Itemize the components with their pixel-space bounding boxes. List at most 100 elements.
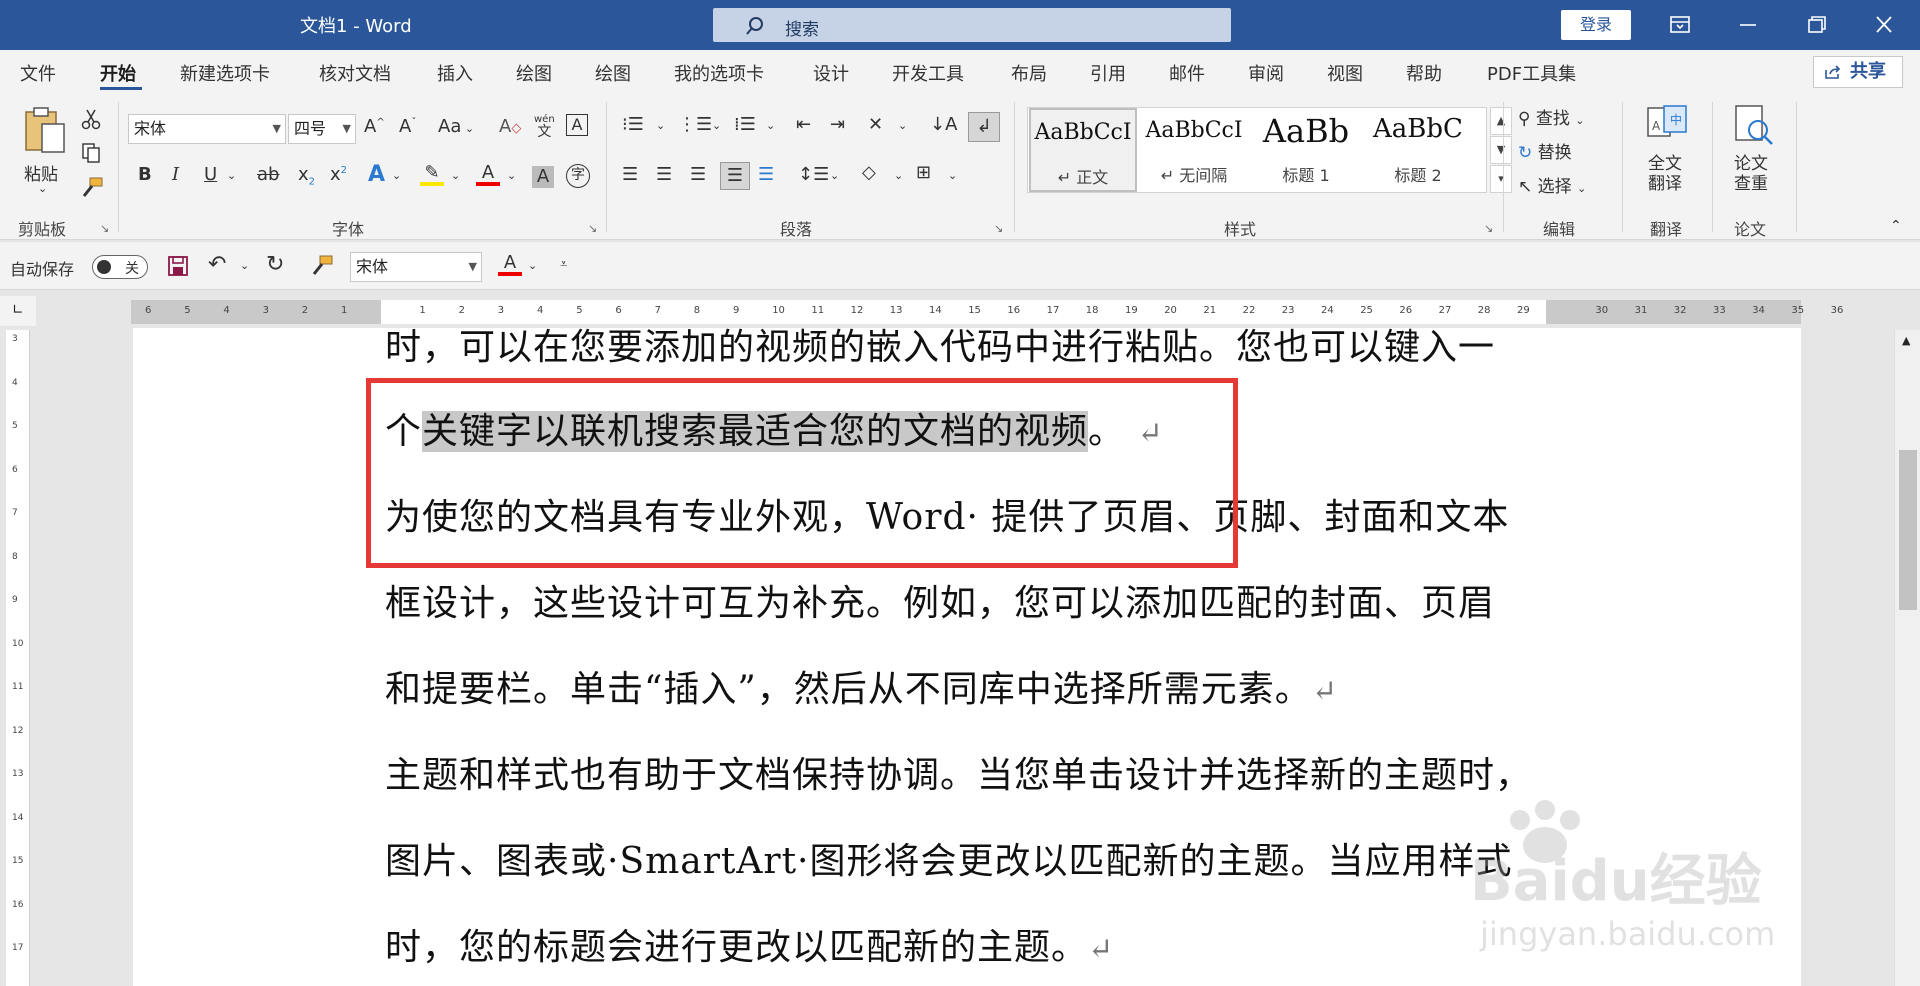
phonetic-guide-icon[interactable]: wén 文 [534,114,555,140]
paper-check-icon[interactable] [1732,104,1776,148]
line-spacing-dropdown-icon[interactable]: ⌄ [830,170,839,181]
format-painter-icon[interactable] [78,176,104,200]
qat-font-color-dropdown-icon[interactable]: ⌄ [528,260,537,271]
bullets-icon[interactable]: ⁝☰ [622,116,644,134]
tab-selector[interactable]: ∟ [0,296,36,326]
tab-draw-2[interactable]: 绘图 [595,60,631,86]
minimize-icon[interactable] [1734,12,1762,38]
font-name-select[interactable]: 宋体 ▼ [128,114,286,144]
style-normal[interactable]: AaBbCcI ↵ 正文 [1029,108,1137,192]
clipboard-launcher-icon[interactable]: ↘ [100,222,109,235]
full-translate-label[interactable]: 全文 翻译 [1648,154,1682,194]
styles-launcher-icon[interactable]: ↘ [1484,222,1493,235]
sort-icon[interactable]: ↓A [930,116,957,134]
close-icon[interactable] [1870,12,1898,38]
save-icon[interactable] [166,254,190,278]
font-color-dropdown-icon[interactable]: ⌄ [507,170,516,181]
paper-check-label[interactable]: 论文 查重 [1734,154,1768,194]
qat-font-select[interactable]: 宋体 ▼ [350,252,482,282]
increase-indent-icon[interactable]: ⇥ [830,116,845,134]
undo-icon[interactable]: ↶ [208,254,226,276]
undo-dropdown-icon[interactable]: ⌄ [240,260,249,271]
numbering-dropdown-icon[interactable]: ⌄ [712,120,721,131]
cut-icon[interactable] [80,108,102,130]
format-painter-icon[interactable] [308,254,334,278]
tab-home[interactable]: 开始 [100,60,136,86]
grow-font-icon[interactable]: A^ [364,118,385,136]
copy-icon[interactable] [80,142,102,164]
shading-icon[interactable]: ◇ [862,164,876,182]
chinese-layout-dropdown-icon[interactable]: ⌄ [898,120,907,131]
multilevel-dropdown-icon[interactable]: ⌄ [766,120,775,131]
enclose-characters-icon[interactable]: 字 [566,164,590,188]
tab-insert[interactable]: 插入 [437,60,473,86]
decrease-indent-icon[interactable]: ⇤ [796,116,811,134]
replace-button[interactable]: ↻ 替换 [1518,138,1572,163]
superscript-icon[interactable]: x2 [330,166,347,184]
borders-icon[interactable]: ⊞ [916,164,931,182]
tab-references[interactable]: 引用 [1090,60,1126,86]
tab-layout[interactable]: 布局 [1011,60,1047,86]
tab-draw-1[interactable]: 绘图 [516,60,552,86]
vertical-ruler[interactable]: 3 4 5 6 7 8 9 10 11 12 13 14 15 16 17 [6,330,30,986]
tab-new-tab[interactable]: 新建选项卡 [180,60,270,86]
paste-dropdown-icon[interactable]: ⌄ [38,182,47,195]
tab-review[interactable]: 审阅 [1248,60,1284,86]
align-right-icon[interactable]: ☰ [690,166,706,184]
strikethrough-icon[interactable]: ab [257,166,279,184]
numbering-icon[interactable]: ⋮☰ [678,116,712,134]
text-effects-dropdown-icon[interactable]: ⌄ [392,170,401,181]
customize-qat-icon[interactable]: ⩡ [560,258,567,271]
translate-icon[interactable]: 中A [1646,104,1690,144]
horizontal-ruler[interactable]: 6 5 4 3 2 1 1 2 3 4 5 6 7 8 9 10 11 12 13 14 15 16 17 18 19 20 21 2… [131,300,1843,324]
tab-my-tab[interactable]: 我的选项卡 [674,60,764,86]
tab-mailings[interactable]: 邮件 [1169,60,1205,86]
share-button[interactable]: 共享 [1813,56,1903,88]
font-color-icon[interactable]: A [476,164,500,186]
paragraph-launcher-icon[interactable]: ↘ [994,222,1003,235]
highlight-icon[interactable]: ✎ [420,164,444,186]
tab-design[interactable]: 设计 [813,60,849,86]
gallery-more-icon[interactable]: ▾ [1490,165,1512,193]
italic-icon[interactable]: I [172,166,179,184]
character-border-icon[interactable]: A [566,114,588,136]
bold-icon[interactable]: B [138,166,152,184]
character-shading-icon[interactable]: A [532,166,554,188]
style-heading-1[interactable]: AaBb 标题 1 [1252,108,1360,192]
line-spacing-icon[interactable]: ↕☰ [798,166,829,184]
highlight-dropdown-icon[interactable]: ⌄ [451,170,460,181]
align-left-icon[interactable]: ☰ [622,166,638,184]
chinese-layout-icon[interactable]: ✕ [868,116,883,134]
change-case-button[interactable]: Aa ⌄ [438,118,474,136]
style-heading-2[interactable]: AaBbC 标题 2 [1364,108,1472,192]
scrollbar-thumb[interactable] [1899,450,1917,610]
tab-file[interactable]: 文件 [20,60,56,86]
collapse-ribbon-icon[interactable]: ⌃ [1890,218,1902,234]
font-size-select[interactable]: 四号 ▼ [288,114,356,144]
multilevel-list-icon[interactable]: ⁞☰ [734,116,756,134]
clear-formatting-icon[interactable]: A◇ [499,118,521,136]
gallery-scroll-down-icon[interactable]: ▼ [1490,136,1512,164]
distributed-icon[interactable]: ☰ [758,166,774,184]
select-button[interactable]: ↖ 选择 ⌄ [1518,172,1586,197]
subscript-icon[interactable]: x2 [298,166,315,188]
tab-developer[interactable]: 开发工具 [892,60,964,86]
scroll-up-icon[interactable]: ▲ [1902,334,1910,347]
align-center-icon[interactable]: ☰ [656,166,672,184]
search-box[interactable]: 搜索 [713,8,1231,42]
bullets-dropdown-icon[interactable]: ⌄ [656,120,665,131]
autosave-toggle[interactable]: 关 [92,255,148,279]
text-effects-icon[interactable]: A [368,164,385,186]
restore-icon[interactable] [1802,12,1830,38]
paste-icon[interactable] [20,104,68,156]
vertical-scrollbar[interactable]: ▲ [1894,330,1920,986]
underline-icon[interactable]: U [204,166,217,184]
tab-view[interactable]: 视图 [1327,60,1363,86]
find-button[interactable]: ⚲ 查找 ⌄ [1518,104,1584,129]
shading-dropdown-icon[interactable]: ⌄ [894,170,903,181]
ribbon-display-options-icon[interactable] [1666,12,1694,38]
tab-pdf-tools[interactable]: PDF工具集 [1487,60,1576,86]
shrink-font-icon[interactable]: Aˇ [399,118,416,136]
gallery-scroll-up-icon[interactable]: ▲ [1490,107,1512,135]
justify-icon[interactable]: ☰ [720,162,750,190]
